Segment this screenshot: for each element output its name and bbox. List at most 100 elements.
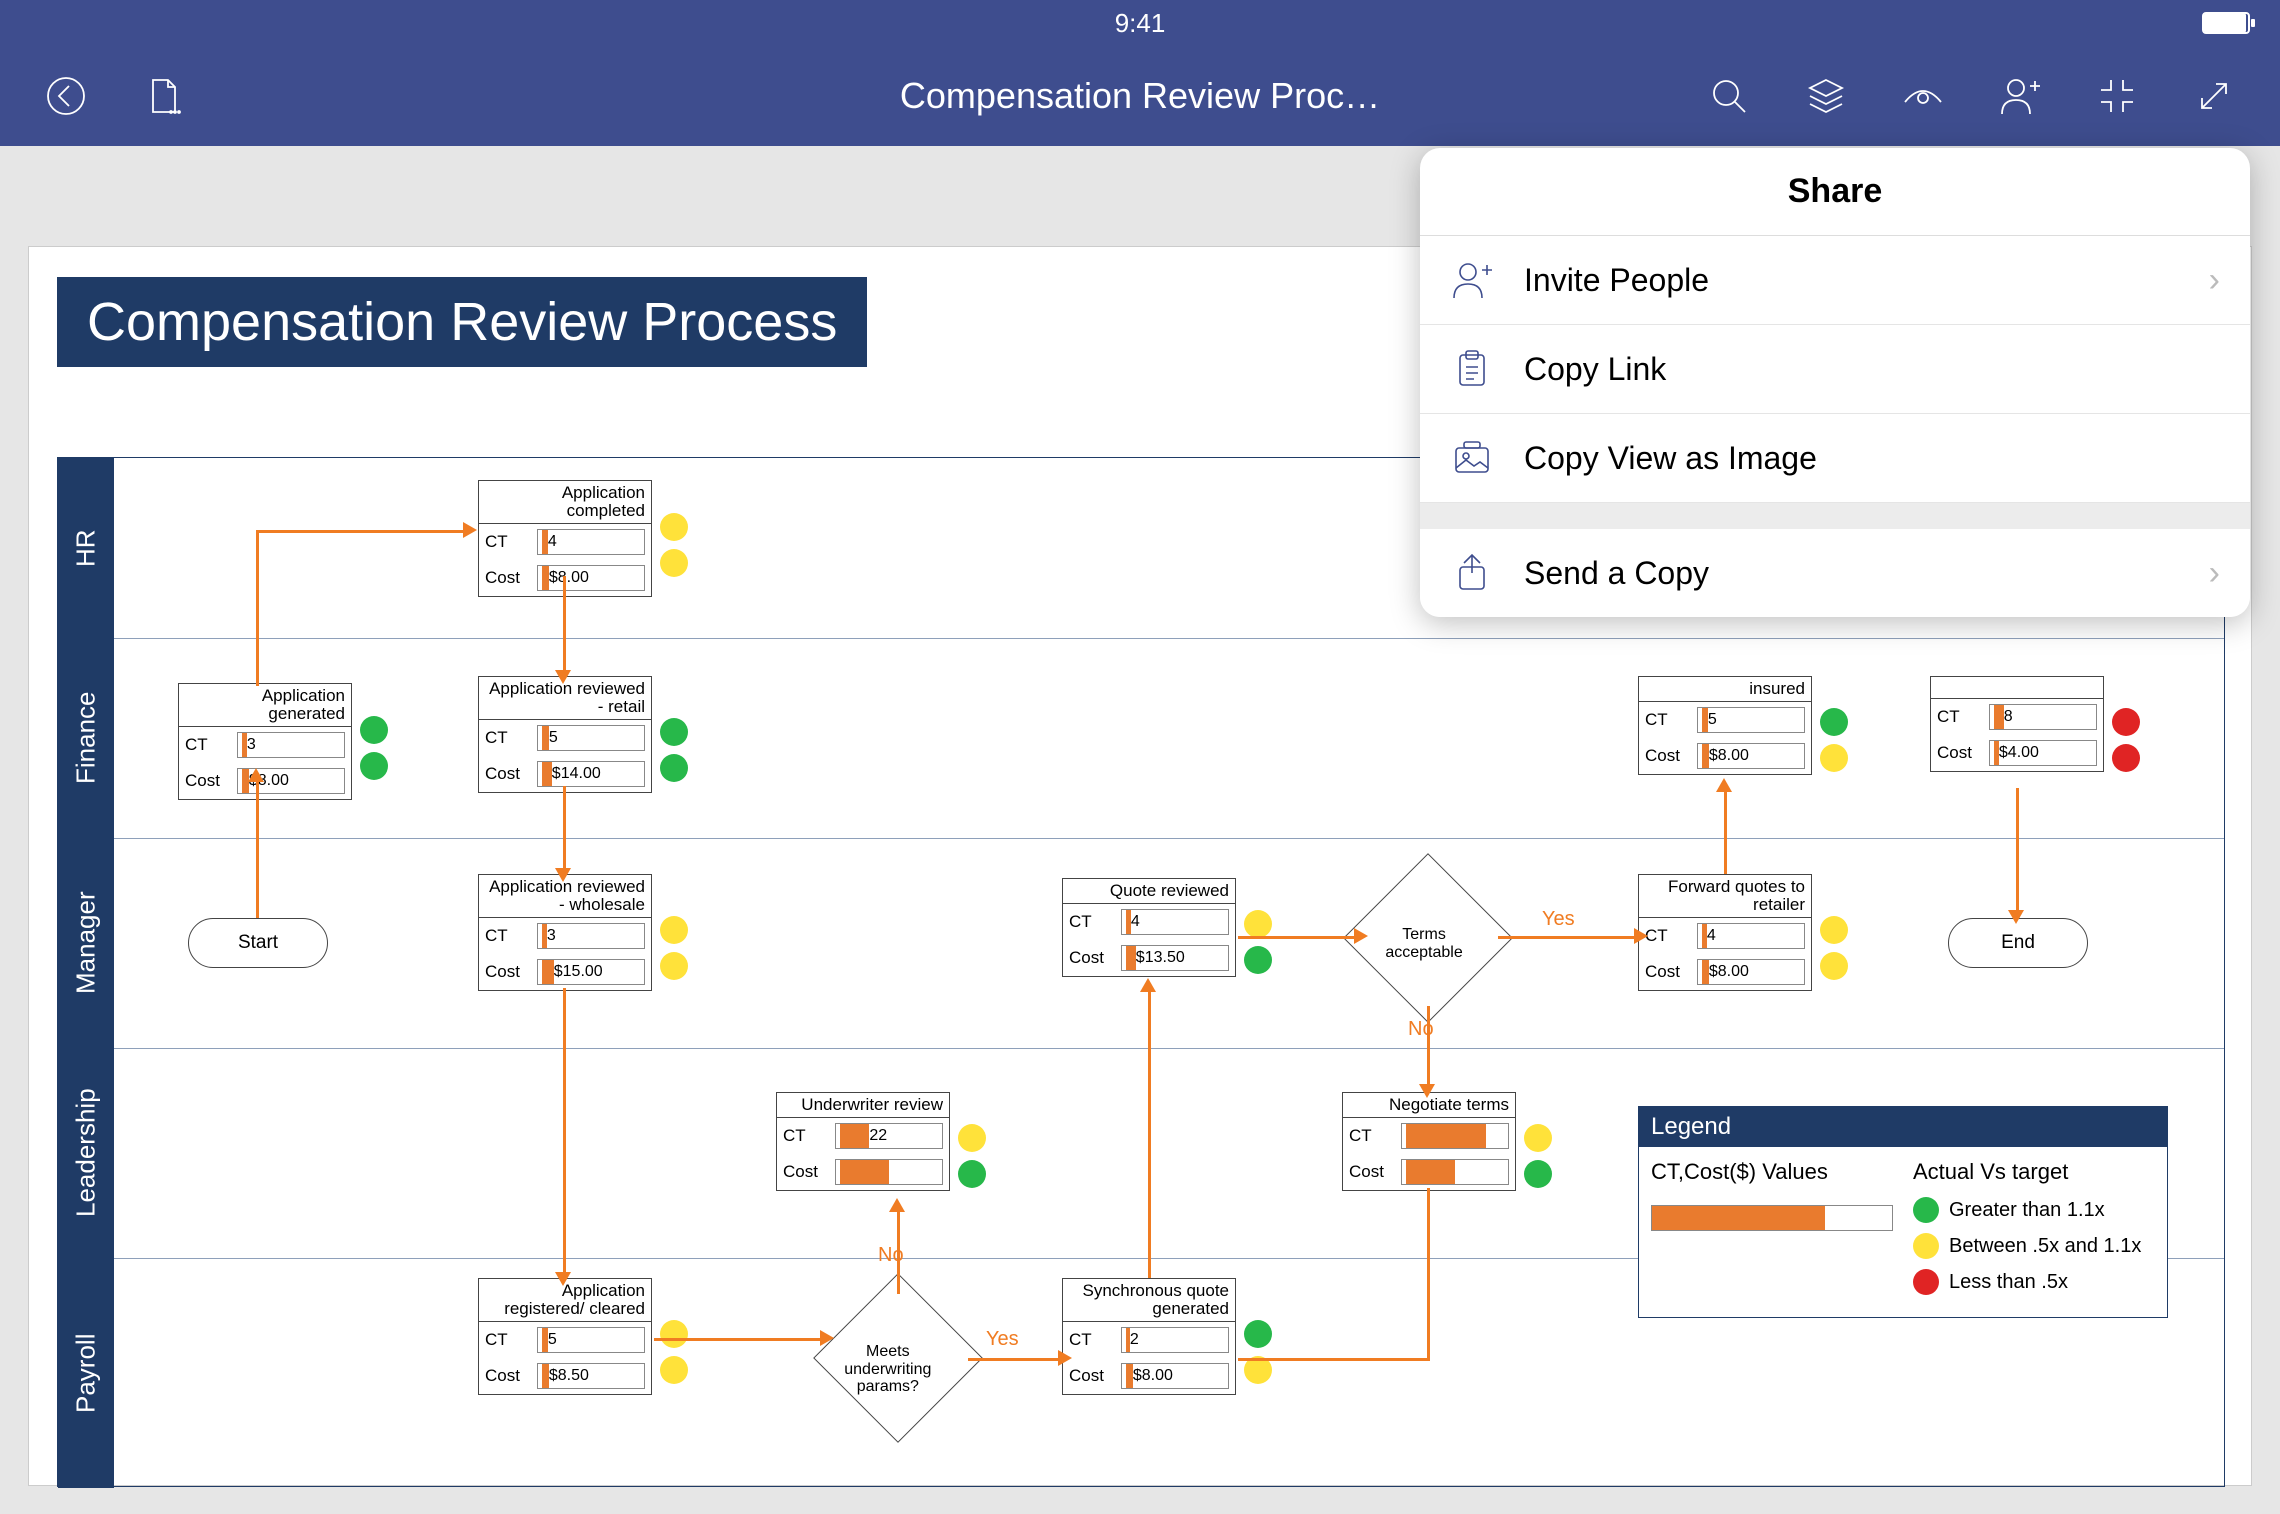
card-underwriter-review[interactable]: Underwriter review CT22 Cost$65.00 [776, 1092, 950, 1191]
invite-person-icon [1450, 258, 1494, 302]
share-send-copy[interactable]: Send a Copy › [1420, 503, 2250, 617]
arrow-head [820, 1330, 834, 1346]
connector [1724, 788, 1727, 874]
share-copy-link[interactable]: Copy Link [1420, 325, 2250, 414]
share-header: Share [1420, 148, 2250, 236]
connector [563, 576, 566, 676]
status-dot [660, 1320, 688, 1348]
layers-icon[interactable] [1800, 70, 1852, 122]
status-dot [660, 513, 688, 541]
status-bar: 9:41 [0, 0, 2280, 46]
decision-meets-params[interactable]: Meets underwriting params? [813, 1273, 983, 1443]
connector [256, 778, 259, 918]
lane-finance: Finance [58, 638, 114, 838]
arrow-head [1140, 978, 1156, 992]
arrow-head [889, 1198, 905, 1212]
status-dot [958, 1124, 986, 1152]
decision-terms-acceptable[interactable]: Terms acceptable [1343, 853, 1513, 1023]
status-dot [1820, 744, 1848, 772]
toolbar: Compensation Review Proc… [0, 46, 2280, 146]
lane-manager: Manager [58, 838, 114, 1048]
start-node[interactable]: Start [188, 918, 328, 968]
status-dot [660, 916, 688, 944]
status-dot [2112, 744, 2140, 772]
lane-payroll: Payroll [58, 1258, 114, 1488]
card-sync-quote[interactable]: Synchronous quote generated CT2 Cost$8.0… [1062, 1278, 1236, 1395]
arrow-head [555, 670, 571, 684]
exit-fullscreen-icon[interactable] [2091, 70, 2143, 122]
connector [1498, 936, 1638, 939]
back-button[interactable] [40, 70, 92, 122]
card-app-generated[interactable]: Application generated CT3 Cost$8.00 [178, 683, 352, 800]
status-dot [1524, 1124, 1552, 1152]
card-forward-quotes[interactable]: Forward quotes to retailer CT4 Cost$8.00 [1638, 874, 1812, 991]
status-dot [660, 952, 688, 980]
connector [968, 1358, 1062, 1361]
status-dot [360, 752, 388, 780]
arrow-head [248, 768, 264, 782]
battery-icon [2202, 12, 2250, 34]
visibility-icon[interactable] [1897, 70, 1949, 122]
share-person-icon[interactable] [1994, 70, 2046, 122]
card-released[interactable]: CT8 Cost$4.00 [1930, 676, 2104, 772]
card-app-rev-wholesale[interactable]: Application reviewed - wholesale CT3 Cos… [478, 874, 652, 991]
status-dot [1244, 946, 1272, 974]
flow-yes: Yes [986, 1328, 1019, 1351]
status-dot [2112, 708, 2140, 736]
card-app-rev-retail[interactable]: Application reviewed - retail CT5 Cost$1… [478, 676, 652, 793]
status-dot [660, 1356, 688, 1384]
connector [563, 786, 566, 874]
connector [256, 530, 259, 686]
lane-hr: HR [58, 458, 114, 638]
arrow-head [1354, 928, 1368, 944]
arrow-head [555, 1272, 571, 1286]
card-app-registered[interactable]: Application registered/ cleared CT5 Cost… [478, 1278, 652, 1395]
arrow-head [2008, 910, 2024, 924]
status-dot [1244, 910, 1272, 938]
end-node[interactable]: End [1948, 918, 2088, 968]
connector [1148, 988, 1151, 1278]
card-quote-reviewed[interactable]: Quote reviewed CT4 Cost$13.50 [1062, 878, 1236, 977]
status-dot [360, 716, 388, 744]
share-invite-people[interactable]: Invite People › [1420, 236, 2250, 325]
card-title-insured[interactable]: insured CT5 Cost$8.00 [1638, 676, 1812, 775]
connector [1427, 1188, 1430, 1358]
expand-icon[interactable] [2188, 70, 2240, 122]
arrow-head [1716, 778, 1732, 792]
flow-no: No [1408, 1018, 1434, 1041]
status-dot [1820, 916, 1848, 944]
connector [654, 1338, 824, 1341]
arrow-head [1058, 1350, 1072, 1366]
legend-title: Legend [1639, 1107, 2167, 1147]
status-dot [660, 754, 688, 782]
status-dot [1820, 708, 1848, 736]
status-dot [1820, 952, 1848, 980]
card-negotiate-terms[interactable]: Negotiate terms CT35 Cost$91.00 [1342, 1092, 1516, 1191]
flow-no: No [878, 1244, 904, 1267]
lane-leadership: Leadership [58, 1048, 114, 1258]
file-icon[interactable] [137, 70, 189, 122]
card-title: Application generated [179, 684, 351, 727]
chevron-right-icon: › [2209, 554, 2220, 593]
status-dot [1524, 1160, 1552, 1188]
connector [1238, 936, 1358, 939]
search-icon[interactable] [1703, 70, 1755, 122]
arrow-head [463, 522, 477, 538]
document-title-toolbar: Compensation Review Proc… [900, 75, 1380, 117]
connector [2016, 788, 2019, 916]
share-copy-image[interactable]: Copy View as Image [1420, 414, 2250, 503]
status-dot [660, 718, 688, 746]
connector [563, 988, 566, 1278]
connector [256, 530, 466, 533]
arrow-head [1419, 1084, 1435, 1098]
status-dot [660, 549, 688, 577]
arrow-head [555, 868, 571, 882]
chevron-right-icon: › [2209, 261, 2220, 300]
status-dot [958, 1160, 986, 1188]
status-dot [1244, 1320, 1272, 1348]
clipboard-icon [1450, 347, 1494, 391]
card-title: Application completed [479, 481, 651, 524]
connector [1238, 1358, 1430, 1361]
flow-yes: Yes [1542, 908, 1575, 931]
page-title: Compensation Review Process [57, 277, 867, 367]
